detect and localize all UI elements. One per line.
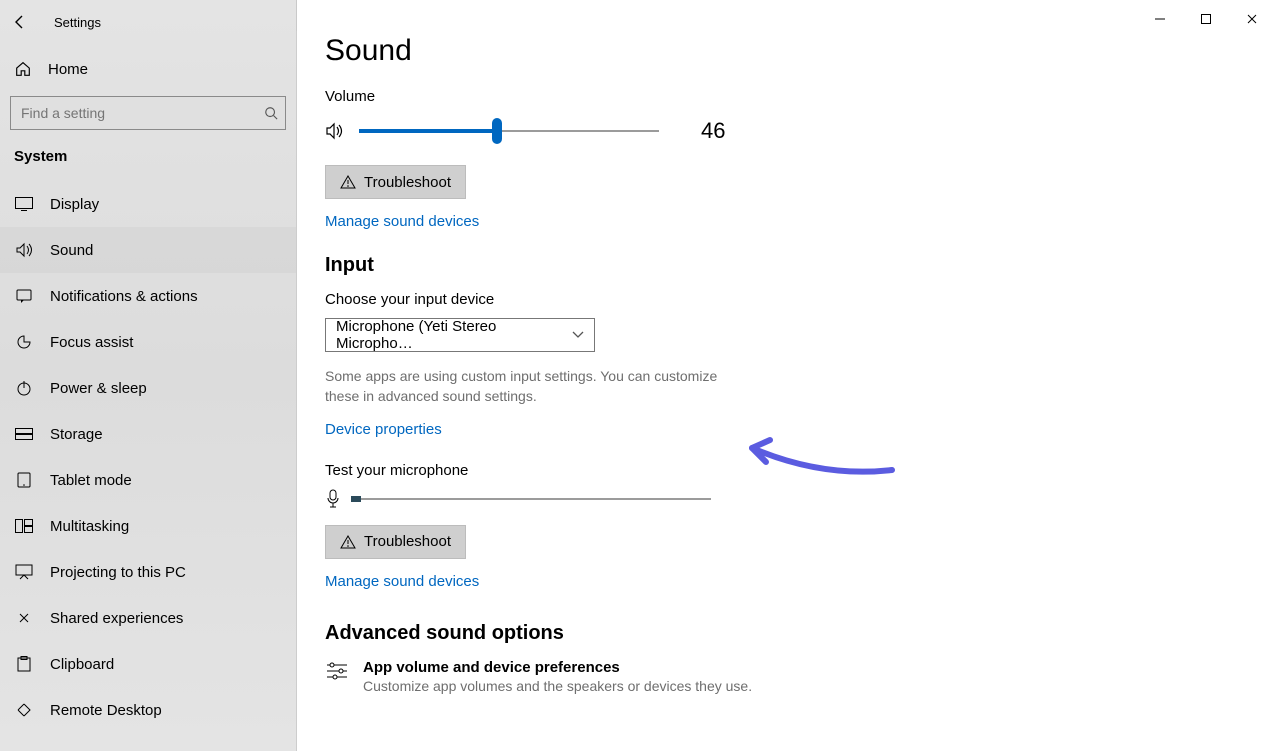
- window-controls: [1138, 4, 1274, 34]
- app-title: Settings: [54, 15, 101, 30]
- input-device-select[interactable]: Microphone (Yeti Stereo Micropho…: [325, 318, 595, 352]
- mic-level-bar: [351, 497, 711, 501]
- chevron-down-icon: [572, 331, 584, 339]
- sidebar-item-multitasking[interactable]: Multitasking: [0, 503, 296, 549]
- sidebar-item-notifications[interactable]: Notifications & actions: [0, 273, 296, 319]
- sidebar-item-label: Notifications & actions: [50, 288, 198, 305]
- button-label: Troubleshoot: [364, 174, 451, 191]
- back-icon[interactable]: [12, 14, 36, 30]
- sidebar-item-label: Projecting to this PC: [50, 564, 186, 581]
- sidebar-item-sound[interactable]: Sound: [0, 227, 296, 273]
- sidebar-item-label: Clipboard: [50, 656, 114, 673]
- speaker-icon[interactable]: [325, 122, 345, 140]
- settings-sidebar: Settings Home System Display: [0, 0, 297, 751]
- shared-experiences-icon: [14, 608, 34, 628]
- sidebar-item-display[interactable]: Display: [0, 181, 296, 227]
- advanced-row-app-volume[interactable]: App volume and device preferences Custom…: [325, 659, 965, 694]
- sidebar-item-clipboard[interactable]: Clipboard: [0, 641, 296, 687]
- sidebar-header: Settings: [0, 0, 296, 44]
- notifications-icon: [14, 286, 34, 306]
- troubleshoot-input-button[interactable]: Troubleshoot: [325, 525, 466, 559]
- power-icon: [14, 378, 34, 398]
- troubleshoot-output-button[interactable]: Troubleshoot: [325, 165, 466, 199]
- focus-assist-icon: [14, 332, 34, 352]
- clipboard-icon: [14, 654, 34, 674]
- sidebar-nav: Display Sound Notifications & actions Fo…: [0, 181, 296, 733]
- tablet-icon: [14, 470, 34, 490]
- volume-slider[interactable]: [359, 129, 659, 133]
- slider-thumb[interactable]: [492, 118, 502, 144]
- advanced-heading: Advanced sound options: [325, 622, 965, 645]
- sidebar-item-projecting[interactable]: Projecting to this PC: [0, 549, 296, 595]
- volume-label: Volume: [325, 88, 965, 105]
- minimize-button[interactable]: [1138, 4, 1182, 34]
- sidebar-group-label: System: [0, 134, 296, 171]
- search-icon: [264, 106, 278, 120]
- advanced-item-title: App volume and device preferences: [363, 659, 752, 676]
- sidebar-item-label: Power & sleep: [50, 380, 147, 397]
- page-title: Sound: [325, 34, 965, 68]
- volume-value: 46: [701, 118, 741, 144]
- sidebar-item-label: Storage: [50, 426, 103, 443]
- button-label: Troubleshoot: [364, 533, 451, 550]
- test-mic-label: Test your microphone: [325, 462, 965, 479]
- sidebar-item-remote-desktop[interactable]: Remote Desktop: [0, 687, 296, 733]
- volume-row: 46: [325, 115, 965, 147]
- remote-desktop-icon: [14, 700, 34, 720]
- sidebar-item-shared-experiences[interactable]: Shared experiences: [0, 595, 296, 641]
- sidebar-item-label: Tablet mode: [50, 472, 132, 489]
- slider-fill: [359, 129, 497, 133]
- device-properties-link[interactable]: Device properties: [325, 421, 442, 438]
- sidebar-item-label: Display: [50, 196, 99, 213]
- main-column: Sound Volume 46 Troubleshoot Manage soun…: [325, 24, 965, 751]
- microphone-icon: [325, 489, 341, 509]
- sidebar-home-label: Home: [48, 61, 88, 78]
- sidebar-item-focus-assist[interactable]: Focus assist: [0, 319, 296, 365]
- search-box[interactable]: [10, 96, 286, 130]
- close-button[interactable]: [1230, 4, 1274, 34]
- manage-sound-devices-link[interactable]: Manage sound devices: [325, 213, 479, 230]
- manage-sound-devices-link-2[interactable]: Manage sound devices: [325, 573, 479, 590]
- home-icon: [14, 60, 32, 78]
- multitasking-icon: [14, 516, 34, 536]
- warning-icon: [340, 535, 356, 549]
- sidebar-item-label: Remote Desktop: [50, 702, 162, 719]
- input-heading: Input: [325, 254, 965, 277]
- sidebar-item-label: Focus assist: [50, 334, 133, 351]
- maximize-button[interactable]: [1184, 4, 1228, 34]
- sidebar-home[interactable]: Home: [0, 50, 296, 88]
- sidebar-item-label: Multitasking: [50, 518, 129, 535]
- search-input[interactable]: [10, 96, 286, 130]
- projecting-icon: [14, 562, 34, 582]
- mic-test-row: [325, 489, 965, 509]
- choose-input-label: Choose your input device: [325, 291, 965, 308]
- sidebar-item-storage[interactable]: Storage: [0, 411, 296, 457]
- display-icon: [14, 194, 34, 214]
- warning-icon: [340, 175, 356, 189]
- sidebar-item-power[interactable]: Power & sleep: [0, 365, 296, 411]
- input-device-selected: Microphone (Yeti Stereo Micropho…: [336, 318, 572, 352]
- sidebar-item-tablet[interactable]: Tablet mode: [0, 457, 296, 503]
- advanced-item-subtitle: Customize app volumes and the speakers o…: [363, 678, 752, 694]
- sidebar-item-label: Shared experiences: [50, 610, 183, 627]
- sidebar-item-label: Sound: [50, 242, 93, 259]
- volume-mixer-icon: [325, 661, 349, 681]
- sound-icon: [14, 240, 34, 260]
- input-hint-text: Some apps are using custom input setting…: [325, 366, 725, 407]
- storage-icon: [14, 424, 34, 444]
- content-area: Sound Volume 46 Troubleshoot Manage soun…: [297, 0, 1280, 751]
- mic-level-fill: [351, 496, 361, 502]
